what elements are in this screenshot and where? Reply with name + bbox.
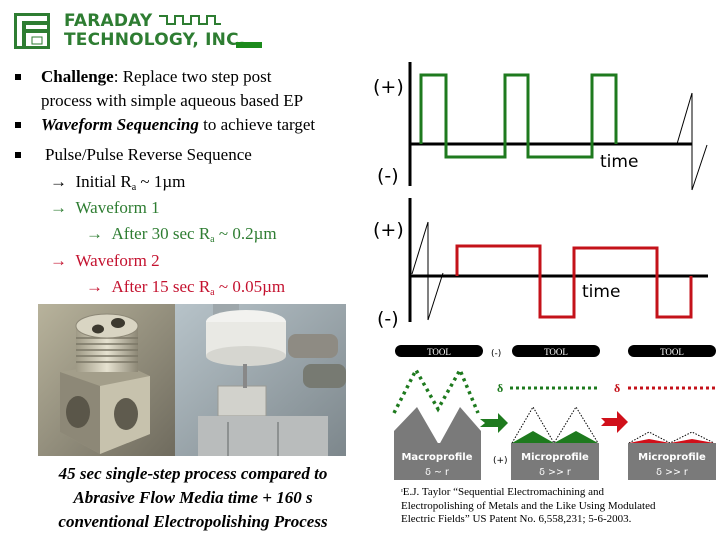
red-pulse-reverse-waveform: [455, 244, 693, 319]
panel-3-title: Microprofile: [638, 452, 706, 463]
waveform-2-diagram: [408, 200, 708, 322]
caption-line-1: 45 sec single-step process compared to: [58, 464, 328, 483]
waveform-1-label: Waveform 1: [75, 198, 160, 217]
axis-break-mark: [691, 144, 708, 191]
tool-label-3: TOOL: [660, 347, 684, 357]
company-logo-text: FARADAY TECHNOLOGY, INC.: [64, 12, 245, 50]
parts-photo: [38, 304, 346, 456]
delta-label-red: δ: [614, 381, 620, 395]
sub-waveform-1: → Waveform 1: [50, 198, 160, 218]
axis-break-mark: [411, 221, 429, 275]
delta-label-green: δ: [497, 381, 503, 395]
bullet-waveform-sequencing: Waveform Sequencing to achieve target: [41, 115, 315, 135]
arrow-icon: →: [50, 198, 67, 217]
caption-line-3: conventional Electropolishing Process: [58, 512, 328, 531]
bullet-challenge: Challenge: Replace two step post: [41, 67, 271, 87]
red-arrow-icon: [601, 411, 628, 433]
arrow-icon: →: [50, 251, 67, 270]
panel-1-title: Macroprofile: [401, 452, 472, 463]
sub-initial: → Initial Ra ~ 1µm: [50, 172, 185, 198]
photo-caption: 45 sec single-step process compared to A…: [0, 462, 386, 534]
logo-line-1: FARADAY: [64, 11, 153, 31]
diagram-plus-label: (+): [493, 456, 508, 466]
bullet-marker: [15, 152, 21, 158]
green-arrow-icon: [480, 413, 508, 433]
panel-3-relation: δ >> r: [656, 467, 688, 478]
initial-text: Initial R: [75, 172, 132, 191]
waveform-2-result-text: After 15 sec R: [111, 277, 211, 296]
profile-diagram: TOOL TOOL TOOL (-) Macroprofile δ ~ r (+…: [392, 345, 718, 480]
diagram-minus-label: (-): [491, 349, 501, 359]
waveform-2-label: Waveform 2: [75, 251, 160, 270]
panel-1-relation: δ ~ r: [425, 467, 449, 478]
bullet-challenge-cont: process with simple aqueous based EP: [41, 91, 304, 110]
sub-waveform-1-result: → After 30 sec Ra ~ 0.2µm: [86, 224, 277, 250]
bullet-marker: [15, 74, 21, 80]
axis-break-mark: [676, 92, 693, 145]
panel-2-relation: δ >> r: [539, 467, 571, 478]
waveform-sequencing-text: to achieve target: [198, 115, 316, 134]
initial-value: ~ 1µm: [136, 172, 186, 191]
challenge-label: Challenge: [41, 67, 114, 86]
bullet-pulse-sequence: Pulse/Pulse Reverse Sequence: [45, 145, 252, 164]
reference-line-2: Electropolishing of Metals and the Like …: [401, 499, 656, 512]
reference-line-1: ᶦE.J. Taylor “Sequential Electromachinin…: [401, 486, 605, 498]
axis-break-mark: [427, 272, 444, 321]
waveform-1-result-text: After 30 sec R: [111, 224, 211, 243]
macroprofile-peaks: [394, 407, 481, 445]
challenge-text: : Replace two step post: [113, 67, 272, 86]
arrow-icon: →: [86, 277, 103, 296]
tool-label-2: TOOL: [544, 347, 568, 357]
waveform-1-diagram: [408, 62, 708, 210]
panel-2-title: Microprofile: [521, 452, 589, 463]
bullet-marker: [15, 122, 21, 128]
arrow-icon: →: [86, 224, 103, 243]
patent-reference: ᶦE.J. Taylor “Sequential Electromachinin…: [401, 486, 655, 527]
arrow-icon: →: [50, 172, 67, 191]
reference-line-3: Electric Fields” US Patent No. 6,558,231…: [401, 513, 632, 525]
tool-label-1: TOOL: [427, 347, 451, 357]
caption-line-2: Abrasive Flow Media time + 160 s: [73, 488, 313, 507]
sub-waveform-2: → Waveform 2: [50, 251, 160, 271]
waveform-sequencing-emph: Waveform Sequencing: [41, 115, 199, 134]
logo-line-2: TECHNOLOGY, INC.: [64, 30, 246, 50]
diffusion-layer-dotted-green: [392, 366, 480, 414]
logo-accent-bar: [236, 42, 262, 48]
waveform-1-value: ~ 0.2µm: [214, 224, 277, 243]
logo-mark-icon: [14, 13, 50, 49]
sub-waveform-2-result: → After 15 sec Ra ~ 0.05µm: [86, 277, 285, 303]
waveform-2-value: ~ 0.05µm: [214, 277, 286, 296]
pulse-wave-icon: [158, 15, 221, 25]
